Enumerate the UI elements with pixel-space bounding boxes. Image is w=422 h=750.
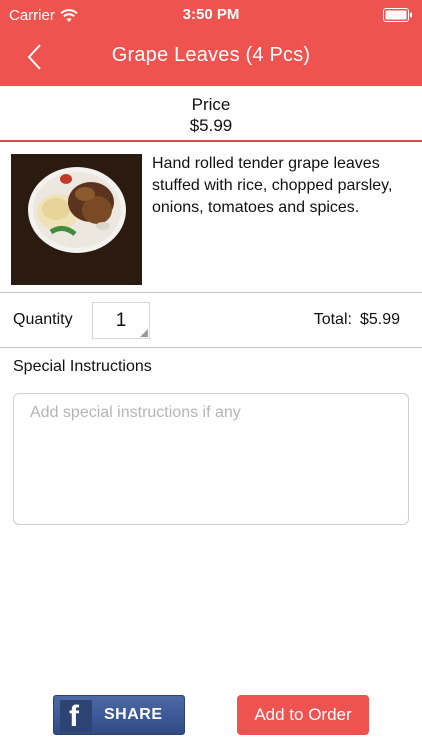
nav-bar: Grape Leaves (4 Pcs): [0, 30, 422, 86]
special-instructions-label: Special Instructions: [13, 358, 152, 375]
facebook-share-button[interactable]: f SHARE: [53, 695, 185, 735]
quantity-value: 1: [115, 310, 127, 331]
facebook-icon: f: [60, 700, 92, 733]
item-description: Hand rolled tender grape leaves stuffed …: [152, 155, 393, 216]
battery-icon: [383, 8, 412, 22]
item-photo: [11, 154, 142, 285]
item-detail-screen: Carrier 3:50 PM Grape Leaves (4 Pcs) Pri…: [0, 0, 422, 750]
share-label: SHARE: [104, 706, 163, 723]
total-value: $5.99: [359, 311, 400, 328]
total-label: Total:: [313, 311, 352, 328]
quantity-input[interactable]: 1: [92, 302, 150, 339]
status-bar: Carrier 3:50 PM: [0, 0, 422, 30]
special-instructions-input[interactable]: [13, 393, 409, 525]
total: Total: $5.99: [314, 311, 400, 329]
quantity-row: Quantity 1 Total: $5.99: [0, 293, 422, 348]
status-time: 3:50 PM: [182, 6, 240, 23]
quantity-label: Quantity: [13, 311, 73, 328]
price-label: Price: [191, 95, 231, 114]
price-value: $5.99: [189, 116, 233, 135]
item-details: Hand rolled tender grape leaves stuffed …: [0, 142, 422, 293]
dropdown-corner-icon: [140, 329, 148, 337]
add-to-order-button[interactable]: Add to Order: [237, 695, 369, 735]
facebook-glyph: f: [69, 700, 79, 733]
price-section: Price $5.99: [0, 86, 422, 142]
header: Carrier 3:50 PM Grape Leaves (4 Pcs): [0, 0, 422, 86]
page-title: Grape Leaves (4 Pcs): [111, 44, 311, 66]
chevron-left-icon[interactable]: [24, 42, 46, 72]
food-plate-image: [11, 154, 142, 285]
